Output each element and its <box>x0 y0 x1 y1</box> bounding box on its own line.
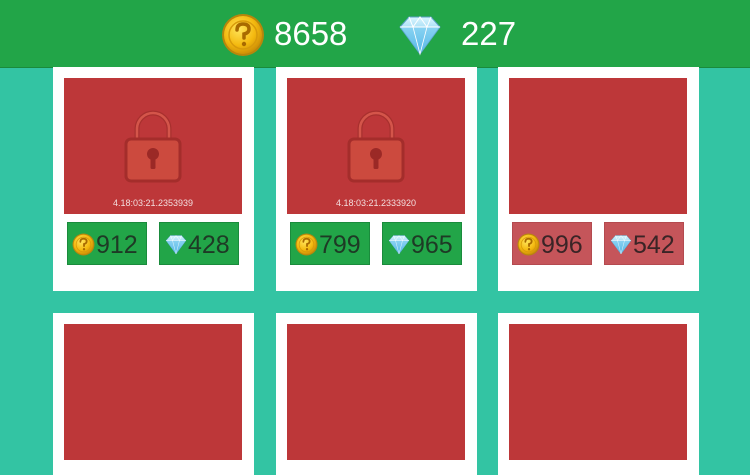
item-image <box>64 324 242 460</box>
coin-price: 799 <box>319 231 361 259</box>
buy-with-coins-button[interactable]: 912 <box>67 222 147 265</box>
unlock-timer: 4.18:03:21.2353939 <box>112 198 194 208</box>
item-card[interactable]: 4.18:03:21.2353939 912 428 <box>53 67 254 291</box>
item-card[interactable] <box>276 313 477 475</box>
buy-with-gems-button[interactable]: 542 <box>604 222 684 265</box>
gem-price: 428 <box>188 231 230 259</box>
currency-bar: 8658 227 <box>0 0 750 67</box>
gold-coin-icon <box>72 233 95 256</box>
item-image <box>509 78 687 214</box>
gem-balance: 227 <box>461 15 517 52</box>
item-card[interactable] <box>53 313 254 475</box>
item-image <box>287 324 465 460</box>
coin-balance: 8658 <box>274 15 348 52</box>
diamond-icon <box>396 14 444 56</box>
gem-price: 542 <box>633 231 675 259</box>
item-image: 4.18:03:21.2353939 <box>64 78 242 214</box>
gem-price: 965 <box>411 231 453 259</box>
item-image: 4.18:03:21.2333920 <box>287 78 465 214</box>
item-card[interactable] <box>498 313 699 475</box>
gold-coin-icon <box>517 233 540 256</box>
coin-price: 912 <box>96 231 138 259</box>
lock-icon <box>347 109 405 183</box>
buy-with-gems-button[interactable]: 965 <box>382 222 462 265</box>
diamond-icon <box>609 234 633 255</box>
item-image <box>509 324 687 460</box>
coin-price: 996 <box>541 231 583 259</box>
lock-icon <box>124 109 182 183</box>
gold-coin-icon <box>221 13 265 57</box>
unlock-timer: 4.18:03:21.2333920 <box>335 198 417 208</box>
item-card[interactable]: 4.18:03:21.2333920 799 965 <box>276 67 477 291</box>
buy-with-coins-button[interactable]: 799 <box>290 222 370 265</box>
buy-with-coins-button[interactable]: 996 <box>512 222 592 265</box>
item-card[interactable]: 996 542 <box>498 67 699 291</box>
buy-with-gems-button[interactable]: 428 <box>159 222 239 265</box>
diamond-icon <box>164 234 188 255</box>
diamond-icon <box>387 234 411 255</box>
gold-coin-icon <box>295 233 318 256</box>
